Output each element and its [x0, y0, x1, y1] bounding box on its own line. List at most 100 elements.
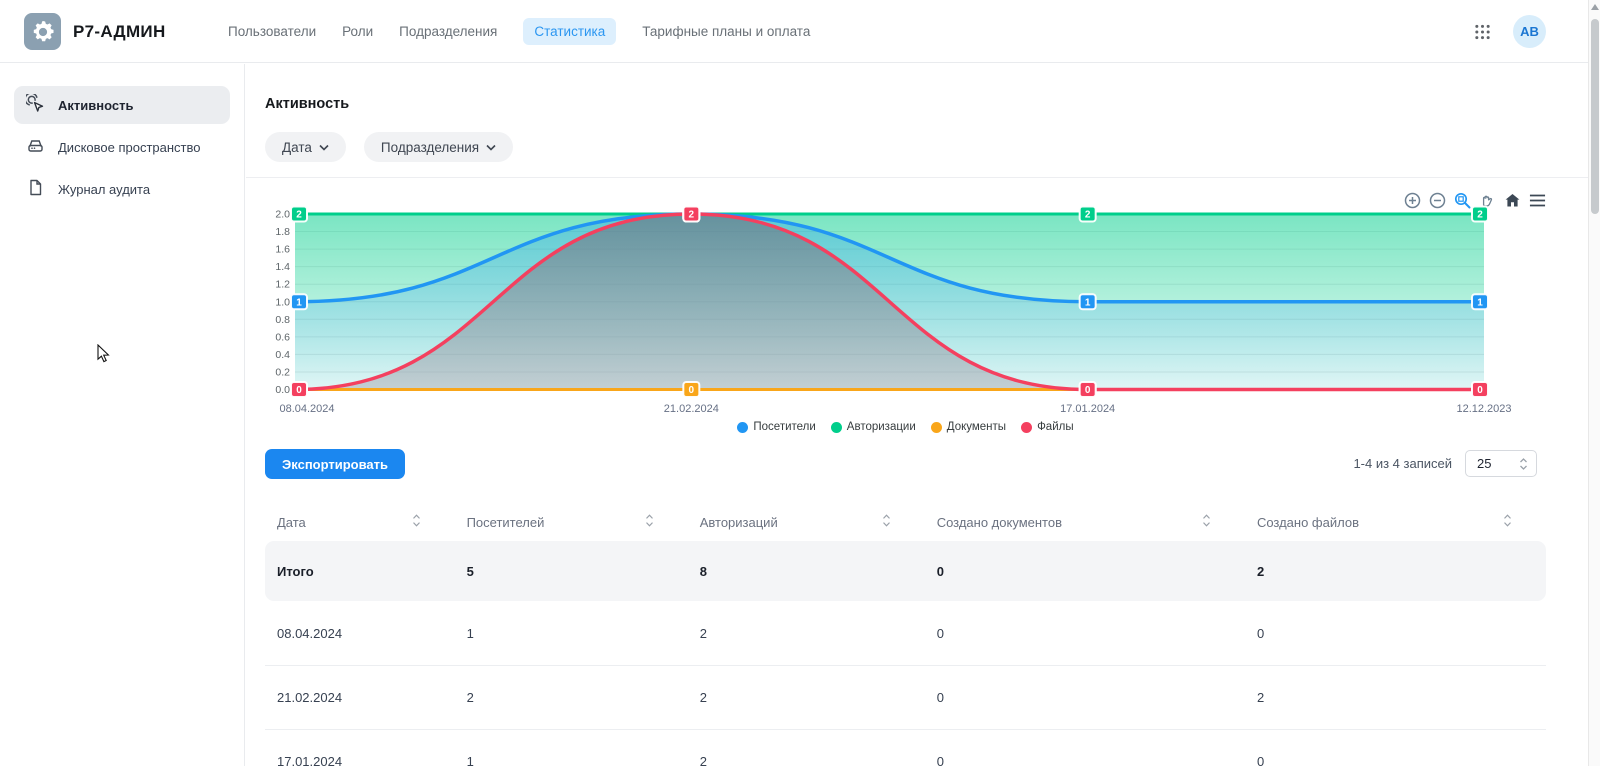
table-cell: 2 — [1245, 541, 1546, 601]
file-icon — [26, 178, 45, 200]
table-cell: 0 — [925, 730, 1245, 766]
select-stepper-icon — [1519, 457, 1528, 471]
export-button[interactable]: Экспортировать — [265, 449, 405, 479]
svg-text:17.01.2024: 17.01.2024 — [1060, 403, 1115, 415]
scrollbar-thumb[interactable] — [1591, 19, 1599, 214]
column-header-2[interactable]: Посетителей — [455, 505, 688, 539]
table-cell: 8 — [688, 541, 925, 601]
legend-item-2[interactable]: Авторизации — [831, 421, 916, 433]
svg-text:1.8: 1.8 — [275, 226, 290, 238]
main-content: Активность Дата Подразделения 2.0 1.8 1.6 1.… — [246, 64, 1600, 766]
svg-text:0: 0 — [1477, 385, 1483, 396]
legend-marker — [831, 422, 842, 433]
apps-grid-icon[interactable] — [1474, 23, 1491, 40]
table-cell: 2 — [688, 601, 925, 665]
table-cell: 0 — [925, 601, 1245, 665]
legend-item-3[interactable]: Документы — [931, 421, 1006, 433]
gear-logo-icon — [24, 13, 61, 50]
nav-item-3[interactable]: Подразделения — [399, 24, 497, 39]
svg-text:0.0: 0.0 — [275, 384, 290, 396]
filter-pill-1[interactable]: Дата — [265, 132, 346, 162]
page-scrollbar[interactable] — [1588, 0, 1600, 766]
svg-text:1.4: 1.4 — [275, 261, 290, 273]
sort-icon[interactable] — [1202, 513, 1211, 531]
column-label: Посетителей — [467, 515, 545, 530]
activity-icon — [26, 94, 45, 116]
svg-text:2: 2 — [296, 210, 302, 221]
activity-chart[interactable]: 2.01.81.61.41.21.00.80.60.40.20.02222121… — [265, 186, 1555, 421]
brand-block: Р7-АДМИН — [24, 13, 166, 50]
sort-icon[interactable] — [645, 513, 654, 531]
column-label: Дата — [277, 515, 306, 530]
column-label: Создано документов — [937, 515, 1062, 530]
table-cell: 5 — [455, 541, 688, 601]
column-header-1[interactable]: Дата — [265, 505, 455, 539]
svg-text:2: 2 — [689, 210, 695, 221]
nav-item-1[interactable]: Пользователи — [228, 24, 316, 39]
scrollbar-up-arrow-icon[interactable] — [1591, 4, 1599, 10]
sidebar-item-3[interactable]: Журнал аудита — [14, 170, 230, 208]
page-title: Активность — [265, 96, 349, 112]
svg-text:0: 0 — [296, 385, 302, 396]
column-header-4[interactable]: Создано документов — [925, 505, 1245, 539]
legend-item-1[interactable]: Посетители — [737, 421, 815, 433]
app-title: Р7-АДМИН — [73, 22, 166, 42]
svg-text:2: 2 — [1477, 210, 1483, 221]
sidebar-item-2[interactable]: Дисковое пространство — [14, 128, 230, 166]
nav-item-4[interactable]: Статистика — [523, 18, 616, 45]
svg-text:1: 1 — [1477, 297, 1483, 308]
records-range-text: 1-4 из 4 записей — [1353, 456, 1452, 471]
table-cell: 21.02.2024 — [265, 666, 455, 729]
table-cell: 0 — [1245, 601, 1546, 665]
table-cell: 17.01.2024 — [265, 730, 455, 766]
column-header-5[interactable]: Создано файлов — [1245, 505, 1546, 539]
sidebar: Активность Дисковое пространство Журнал ау… — [0, 64, 245, 766]
top-header: Р7-АДМИН Пользователи Роли Подразделения Ст… — [0, 0, 1600, 63]
svg-text:0.8: 0.8 — [275, 314, 290, 326]
legend-marker — [737, 422, 748, 433]
table-cell: 0 — [925, 541, 1245, 601]
nav-item-2[interactable]: Роли — [342, 24, 373, 39]
svg-text:1.6: 1.6 — [275, 244, 290, 256]
table-cell: 08.04.2024 — [265, 601, 455, 665]
table-row-1: 08.04.20241200 — [265, 601, 1546, 665]
legend-marker — [931, 422, 942, 433]
sidebar-item-1[interactable]: Активность — [14, 86, 230, 124]
svg-text:0: 0 — [1085, 385, 1091, 396]
sort-icon[interactable] — [1503, 513, 1512, 531]
table-cell: 0 — [925, 666, 1245, 729]
page-size-select[interactable]: 25 — [1465, 450, 1537, 477]
table-cell: 0 — [1245, 730, 1546, 766]
table-cell: 2 — [455, 666, 688, 729]
svg-text:0.4: 0.4 — [275, 349, 290, 361]
section-divider — [246, 177, 1600, 178]
table-cell: 2 — [688, 666, 925, 729]
legend-label: Документы — [947, 421, 1006, 433]
table-row-3: 17.01.20241200 — [265, 729, 1546, 766]
chevron-down-icon — [486, 144, 496, 151]
svg-text:08.04.2024: 08.04.2024 — [279, 403, 334, 415]
legend-label: Посетители — [753, 421, 815, 433]
sidebar-item-label: Активность — [58, 98, 133, 113]
legend-marker — [1021, 422, 1032, 433]
legend-label: Авторизации — [847, 421, 916, 433]
svg-text:2: 2 — [1085, 210, 1091, 221]
table-cell: 1 — [455, 601, 688, 665]
user-avatar[interactable]: АВ — [1513, 15, 1546, 48]
nav-item-5[interactable]: Тарифные планы и оплата — [642, 24, 810, 39]
chevron-down-icon — [319, 144, 329, 151]
svg-text:2.0: 2.0 — [275, 209, 290, 221]
svg-text:21.02.2024: 21.02.2024 — [664, 403, 719, 415]
legend-item-4[interactable]: Файлы — [1021, 421, 1074, 433]
disk-icon — [26, 136, 45, 158]
column-header-3[interactable]: Авторизаций — [688, 505, 925, 539]
sort-icon[interactable] — [412, 513, 421, 531]
filters-row: Дата Подразделения — [265, 132, 513, 162]
filter-label: Дата — [282, 140, 312, 155]
filter-pill-2[interactable]: Подразделения — [364, 132, 513, 162]
table-cell: 2 — [688, 730, 925, 766]
svg-text:0: 0 — [689, 385, 695, 396]
column-label: Создано файлов — [1257, 515, 1359, 530]
svg-text:0.2: 0.2 — [275, 366, 290, 378]
sort-icon[interactable] — [882, 513, 891, 531]
